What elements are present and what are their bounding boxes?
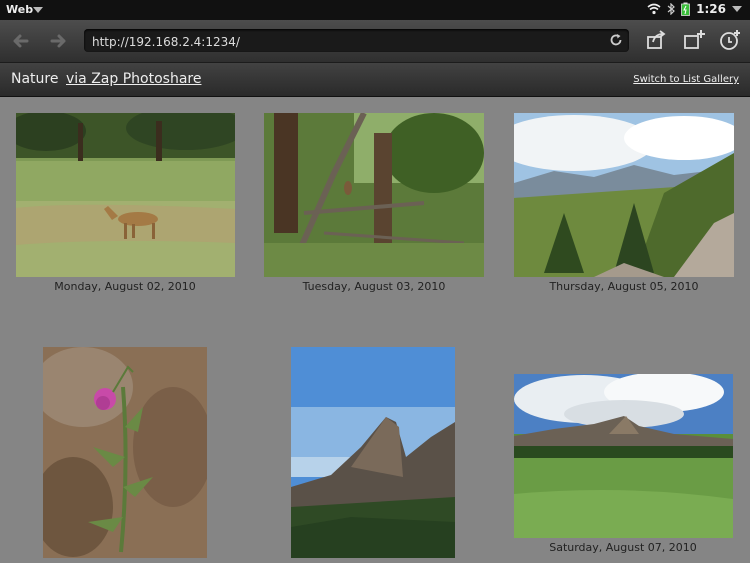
back-arrow-icon[interactable]	[9, 29, 33, 53]
photo-thumbnail-bird[interactable]	[264, 113, 484, 277]
app-menu-label[interactable]: Web	[6, 3, 33, 16]
address-bar[interactable]	[84, 29, 629, 52]
photo-thumbnail-deer[interactable]	[16, 113, 235, 277]
status-bar: Web 1:26	[0, 0, 750, 20]
photo-thumbnail-mountains[interactable]	[514, 113, 734, 277]
photo-thumbnail-rock[interactable]	[291, 347, 455, 558]
via-zap-photoshare-link[interactable]: via Zap Photoshare	[66, 71, 201, 87]
switch-to-list-gallery-link[interactable]: Switch to List Gallery	[633, 74, 739, 85]
forward-arrow-icon[interactable]	[46, 29, 70, 53]
photo-thumbnail-thistle[interactable]	[43, 347, 207, 558]
wifi-icon	[647, 3, 661, 15]
gallery-header: Nature via Zap Photoshare Switch to List…	[0, 63, 750, 97]
photo-thumbnail-meadow[interactable]	[514, 374, 733, 538]
share-icon[interactable]	[645, 28, 669, 52]
new-card-icon[interactable]	[682, 28, 706, 52]
url-input[interactable]	[90, 32, 604, 51]
photo-caption: Thursday, August 05, 2010	[549, 280, 699, 293]
battery-icon	[681, 2, 691, 16]
status-indicators: 1:26	[647, 2, 742, 16]
bookmark-add-icon[interactable]	[718, 28, 742, 52]
clock: 1:26	[696, 2, 726, 16]
bluetooth-icon	[667, 3, 676, 15]
gallery-title: Nature	[11, 71, 59, 87]
photo-caption: Monday, August 02, 2010	[54, 280, 196, 293]
browser-toolbar	[0, 20, 750, 63]
photo-caption: Tuesday, August 03, 2010	[302, 280, 446, 293]
reload-icon[interactable]	[609, 33, 623, 47]
photo-caption: Saturday, August 07, 2010	[549, 541, 697, 554]
status-menu-caret-icon[interactable]	[732, 5, 742, 13]
app-menu-caret-icon[interactable]	[33, 7, 43, 13]
